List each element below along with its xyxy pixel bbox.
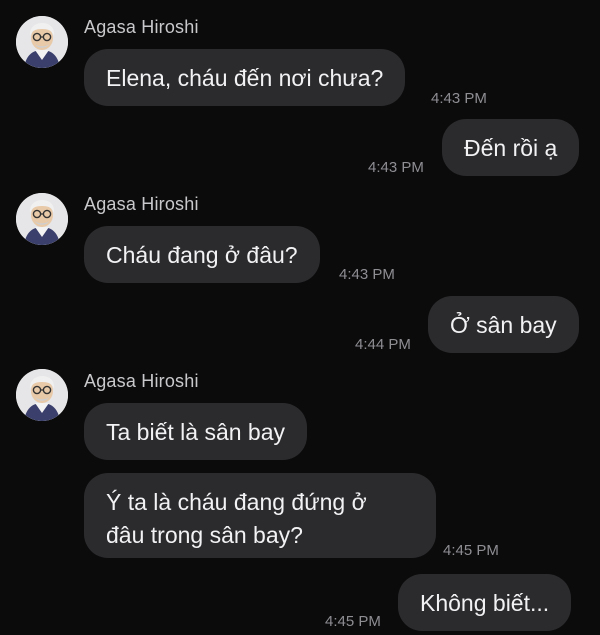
professor-avatar-icon: [16, 369, 68, 421]
message-bubble-incoming[interactable]: Ý ta là cháu đang đứng ở đâu trong sân b…: [84, 473, 436, 558]
message-bubble-incoming[interactable]: Cháu đang ở đâu?: [84, 226, 320, 283]
sender-name: Agasa Hiroshi: [84, 17, 199, 37]
message-text: Cháu đang ở đâu?: [106, 242, 298, 268]
message-text: Elena, cháu đến nơi chưa?: [106, 65, 384, 91]
message-text: Ta biết là sân bay: [106, 419, 286, 445]
sender-avatar[interactable]: [16, 193, 68, 245]
professor-avatar-icon: [16, 193, 68, 245]
message-timestamp: 4:45 PM: [443, 542, 499, 559]
message-timestamp: 4:43 PM: [431, 90, 487, 107]
sender-name: Agasa Hiroshi: [84, 194, 199, 214]
message-timestamp: 4:43 PM: [368, 159, 424, 176]
message-text: Đến rồi ạ: [464, 135, 558, 161]
message-bubble-outgoing[interactable]: Ở sân bay: [428, 296, 579, 353]
professor-avatar-icon: [16, 16, 68, 68]
message-text: Không biết...: [420, 590, 550, 616]
message-timestamp: 4:43 PM: [339, 266, 395, 283]
message-bubble-outgoing[interactable]: Không biết...: [398, 574, 572, 631]
message-timestamp: 4:44 PM: [355, 336, 411, 353]
sender-avatar[interactable]: [16, 369, 68, 421]
sender-avatar[interactable]: [16, 16, 68, 68]
message-text-line: đâu trong sân bay?: [106, 522, 303, 548]
message-bubble-incoming[interactable]: Elena, cháu đến nơi chưa?: [84, 49, 406, 106]
sender-name: Agasa Hiroshi: [84, 371, 199, 391]
message-text: Ở sân bay: [450, 312, 557, 338]
message-timestamp: 4:45 PM: [325, 613, 381, 630]
message-text-line: Ý ta là cháu đang đứng ở: [106, 489, 367, 515]
message-bubble-outgoing[interactable]: Đến rồi ạ: [442, 119, 580, 176]
chat-thread: Agasa Hiroshi Elena, cháu đến nơi chưa? …: [0, 0, 600, 635]
message-bubble-incoming[interactable]: Ta biết là sân bay: [84, 403, 308, 460]
